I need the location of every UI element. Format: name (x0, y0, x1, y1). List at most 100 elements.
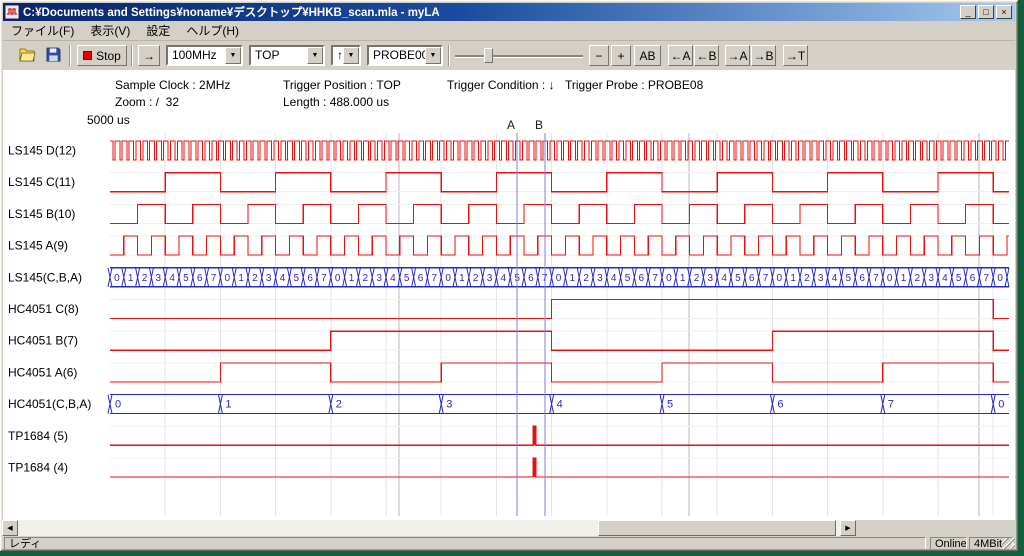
waveform-trace (110, 300, 1009, 319)
bus-transition (839, 268, 843, 287)
channel-label: LS145 A(9) (8, 239, 68, 253)
scroll-left-icon: ◀ (7, 524, 12, 532)
waveform-trace (110, 141, 1009, 160)
bus-value: 3 (156, 273, 162, 284)
channel-label: LS145 D(12) (8, 144, 76, 158)
waveform-trace (110, 426, 1009, 445)
bus-value: 0 (997, 273, 1003, 284)
bus-transition (701, 268, 705, 287)
app-window: C:¥Documents and Settings¥noname¥デスクトップ¥… (0, 0, 1018, 551)
bus-transition (577, 268, 581, 287)
bus-value: 2 (336, 399, 342, 411)
bus-transition (688, 268, 692, 287)
bus-transition (260, 268, 264, 287)
bus-transition (149, 268, 153, 287)
bus-transition (246, 268, 250, 287)
bus-transition (646, 268, 650, 287)
bus-transition (301, 268, 305, 287)
bus-transition (853, 268, 857, 287)
bus-value: 0 (445, 273, 451, 284)
bus-value: 2 (583, 273, 589, 284)
bus-value: 6 (528, 273, 534, 284)
bus-transition (812, 268, 816, 287)
bus-transition (922, 268, 926, 287)
waveform-trace (110, 204, 1009, 223)
status-online: Online (930, 537, 967, 551)
pulse-mark (533, 458, 536, 477)
bus-value: 6 (859, 273, 865, 284)
status-ready: レディ (4, 537, 926, 551)
bus-value: 6 (749, 273, 755, 284)
horizontal-scrollbar[interactable]: ◀ ▶ (2, 520, 856, 536)
scrollbar-track[interactable] (18, 520, 840, 536)
bus-value: 1 (680, 273, 686, 284)
resize-grip[interactable] (1002, 538, 1015, 551)
bus-value: 0 (115, 399, 121, 411)
bus-value: 1 (901, 273, 907, 284)
bus-value: 2 (915, 273, 921, 284)
bus-value: 2 (142, 273, 148, 284)
bus-value: 5 (294, 273, 300, 284)
waveform-trace (110, 458, 1009, 477)
bus-transition (191, 268, 195, 287)
bus-value: 6 (777, 399, 783, 411)
bus-transition (729, 268, 733, 287)
bus-transition (632, 268, 636, 287)
bus-value: 7 (432, 273, 438, 284)
channel-label: LS145 B(10) (8, 207, 75, 221)
bus-transition (798, 268, 802, 287)
bus-transition (232, 268, 236, 287)
bus-value: 5 (667, 399, 673, 411)
bus-transition (508, 268, 512, 287)
channel-label: TP1684 (4) (8, 461, 68, 475)
bus-value: 1 (790, 273, 796, 284)
scroll-right-button[interactable]: ▶ (840, 520, 856, 536)
bus-value: 1 (128, 273, 134, 284)
bus-value: 4 (557, 399, 563, 411)
scrollbar-thumb[interactable] (598, 520, 836, 536)
bus-value: 2 (252, 273, 258, 284)
bus-value: 4 (721, 273, 727, 284)
bus-value: 3 (376, 273, 382, 284)
bus-transition (522, 268, 526, 287)
waveform-trace (110, 363, 1009, 382)
waveform-trace (110, 173, 1009, 192)
bus-value: 7 (984, 273, 990, 284)
bus-value: 7 (652, 273, 658, 284)
bus-value: 1 (570, 273, 576, 284)
bus-transition (757, 268, 761, 287)
bus-value: 2 (363, 273, 369, 284)
bus-transition (1005, 268, 1009, 287)
waveform-trace (110, 331, 1009, 350)
waveform-canvas[interactable]: LS145 D(12)LS145 C(11)LS145 B(10)LS145 A… (0, 0, 1018, 551)
bus-value: 1 (225, 399, 231, 411)
bus-value: 4 (390, 273, 396, 284)
waveform-trace (110, 236, 1009, 255)
bus-value: 1 (238, 273, 244, 284)
bus-transition (177, 268, 181, 287)
bus-value: 5 (846, 273, 852, 284)
bus-transition (136, 268, 140, 287)
bus-value: 2 (473, 273, 479, 284)
bus-value: 4 (169, 273, 175, 284)
scroll-left-button[interactable]: ◀ (2, 520, 18, 536)
bus-value: 2 (694, 273, 700, 284)
bus-value: 1 (459, 273, 465, 284)
pulse-mark (533, 426, 536, 445)
bus-value: 3 (266, 273, 272, 284)
bus-value: 5 (404, 273, 410, 284)
bus-value: 0 (887, 273, 893, 284)
bus-transition (867, 268, 871, 287)
bus-transition (453, 268, 457, 287)
channel-label: HC4051 A(6) (8, 365, 77, 379)
bus-value: 3 (708, 273, 714, 284)
bus-value: 0 (998, 399, 1004, 411)
bus-transition (743, 268, 747, 287)
bus-transition (674, 268, 678, 287)
channel-label: LS145(C,B,A) (8, 270, 82, 284)
channel-label: HC4051(C,B,A) (8, 397, 91, 411)
bus-value: 3 (446, 399, 452, 411)
bus-value: 7 (873, 273, 879, 284)
bus-value: 5 (625, 273, 631, 284)
cursor-label-b: B (535, 118, 543, 132)
